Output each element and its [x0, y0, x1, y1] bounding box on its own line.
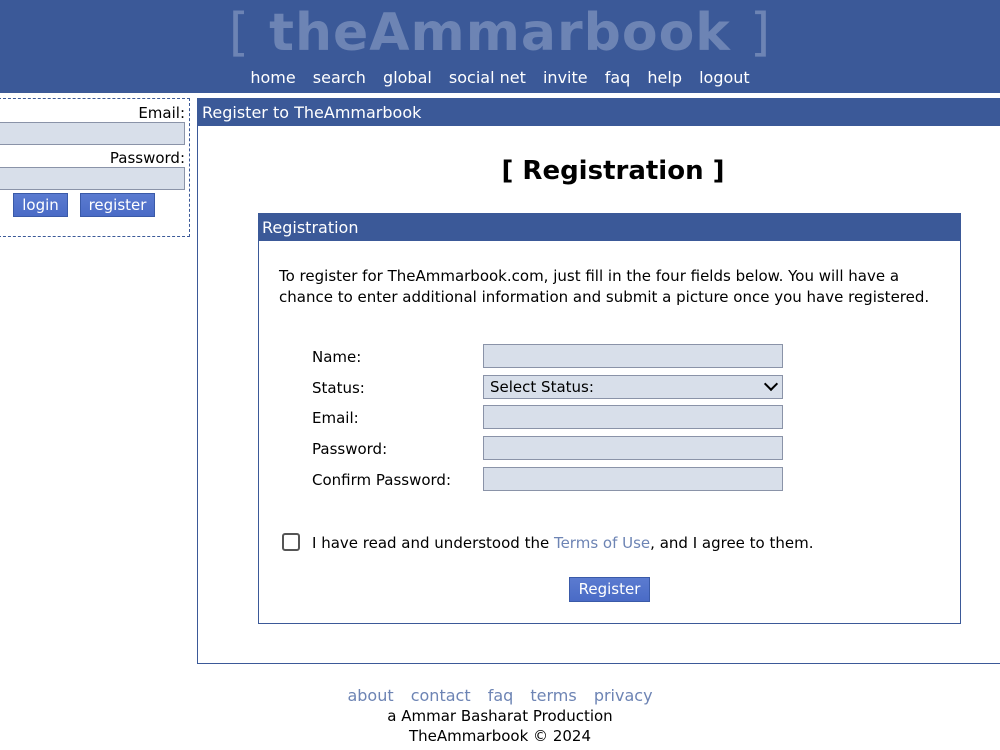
- nav-invite[interactable]: invite: [543, 68, 588, 87]
- footer-copyright: TheAmmarbook © 2024: [408, 727, 591, 745]
- name-label: Name:: [312, 348, 362, 366]
- registration-intro: To register for TheAmmarbook.com, just f…: [279, 267, 930, 306]
- confirm-password-label: Confirm Password:: [312, 471, 452, 489]
- status-selected-value: Select Status:: [490, 378, 594, 396]
- nav-help[interactable]: help: [647, 68, 682, 87]
- nav-search[interactable]: search: [313, 68, 366, 87]
- confirm-password-field[interactable]: [483, 467, 783, 491]
- footer-terms-link[interactable]: terms: [530, 686, 576, 705]
- terms-agreement-text: I have read and understood the Terms of …: [312, 532, 814, 554]
- logo-close-bracket: ]: [749, 3, 772, 63]
- password-field[interactable]: [483, 436, 783, 460]
- register-submit-button[interactable]: Register: [569, 577, 650, 602]
- email-field[interactable]: [483, 405, 783, 429]
- nav-global[interactable]: global: [383, 68, 432, 87]
- email-label: Email:: [312, 409, 359, 427]
- terms-of-use-link[interactable]: Terms of Use: [554, 534, 650, 552]
- name-field[interactable]: [483, 344, 783, 368]
- login-button[interactable]: login: [13, 193, 68, 217]
- footer-faq-link[interactable]: faq: [488, 686, 514, 705]
- nav-social-net[interactable]: social net: [449, 68, 526, 87]
- footer-credit: a Ammar Basharat Production: [387, 707, 613, 725]
- status-label: Status:: [312, 379, 365, 397]
- logo-open-bracket: [: [228, 3, 251, 63]
- agree-text-end: , and I agree to them.: [650, 534, 814, 552]
- password-label: Password:: [312, 440, 388, 458]
- sidebar-register-button[interactable]: register: [80, 193, 155, 217]
- terms-checkbox[interactable]: [282, 533, 300, 551]
- status-select[interactable]: Select Status:: [483, 375, 783, 399]
- agree-text-start: I have read and understood the: [312, 534, 554, 552]
- logo-text: theAmmarbook: [269, 3, 731, 63]
- header-divider: [0, 93, 1000, 96]
- nav-faq[interactable]: faq: [605, 68, 631, 87]
- registration-box-title: Registration: [259, 214, 960, 241]
- main-nav: home search global social net invite faq…: [0, 67, 1000, 89]
- footer-links: about contact faq terms privacy: [0, 685, 1000, 707]
- login-email-input[interactable]: [0, 122, 185, 145]
- site-logo[interactable]: [ theAmmarbook ]: [0, 2, 1000, 64]
- footer-privacy-link[interactable]: privacy: [594, 686, 653, 705]
- registration-form: Registration To register for TheAmmarboo…: [258, 213, 961, 624]
- nav-logout[interactable]: logout: [699, 68, 750, 87]
- footer-about-link[interactable]: about: [347, 686, 393, 705]
- login-password-label: Password:: [109, 149, 185, 167]
- login-password-input[interactable]: [0, 167, 185, 190]
- login-email-label: Email:: [138, 104, 185, 122]
- footer-contact-link[interactable]: contact: [411, 686, 471, 705]
- nav-home[interactable]: home: [250, 68, 295, 87]
- page-title: [ Registration ]: [501, 156, 725, 186]
- main-panel: Register to TheAmmarbook [ Registration …: [197, 98, 1000, 664]
- chevron-down-icon: [763, 376, 779, 392]
- login-box: Email: Password: login register: [0, 98, 190, 237]
- site-header: [ theAmmarbook ] home search global soci…: [0, 0, 1000, 93]
- main-panel-title: Register to TheAmmarbook: [198, 99, 1000, 126]
